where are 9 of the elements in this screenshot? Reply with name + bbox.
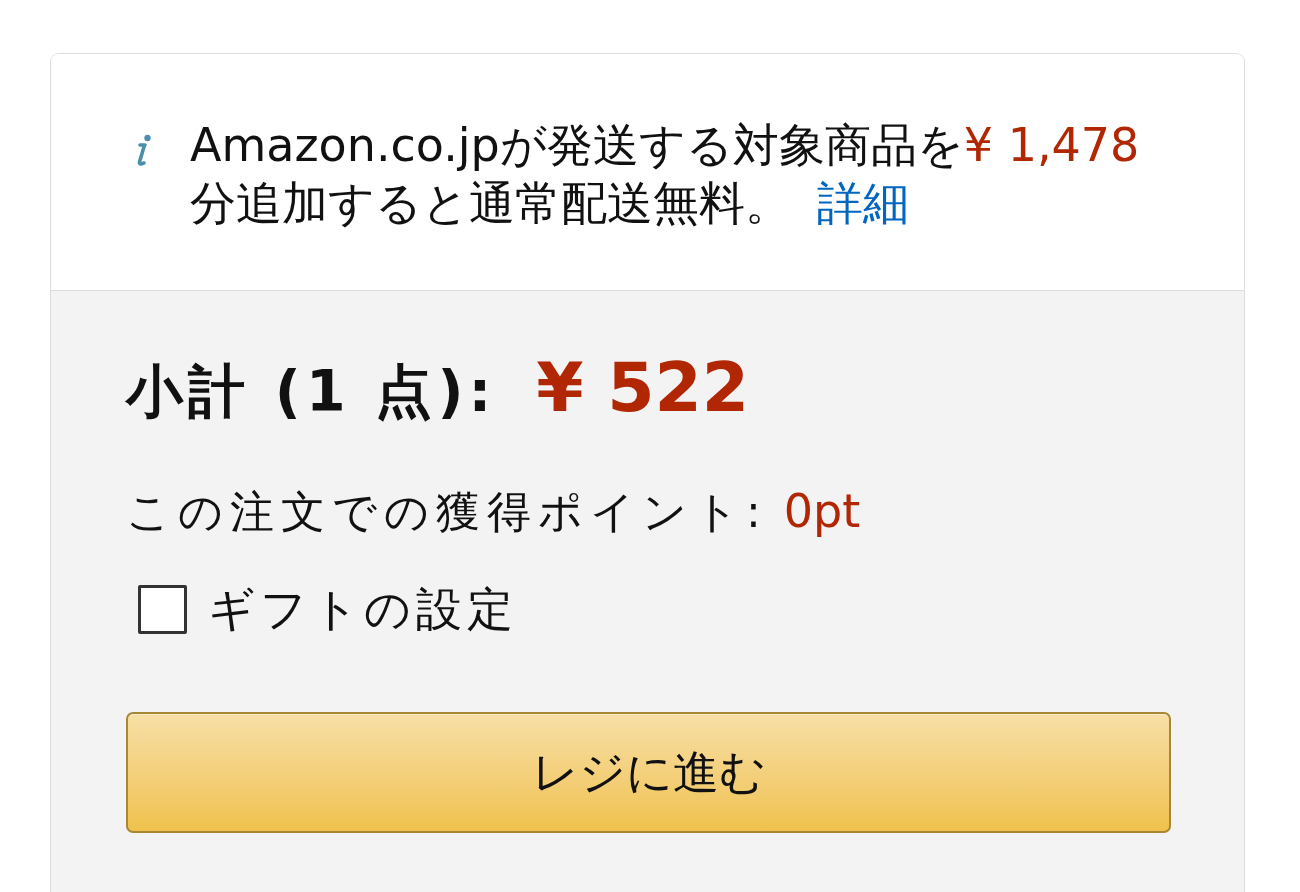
gift-checkbox[interactable] xyxy=(138,584,187,634)
details-link[interactable]: 詳細 xyxy=(817,176,909,230)
gift-option-label[interactable]: ギフトの設定 xyxy=(208,580,518,638)
free-shipping-notice: Amazon.co.jpが発送する対象商品を¥ 1,478 分追加すると通常配送無料。 詳細 xyxy=(190,117,1140,232)
subtotal-price: ¥ 522 xyxy=(536,353,750,423)
proceed-to-checkout-button[interactable]: レジに進む xyxy=(126,712,1171,833)
subtotal-label: 小計 (1 点): xyxy=(126,357,497,426)
points-label: この注文での獲得ポイント: xyxy=(126,485,768,539)
points-value: 0pt xyxy=(783,483,861,540)
